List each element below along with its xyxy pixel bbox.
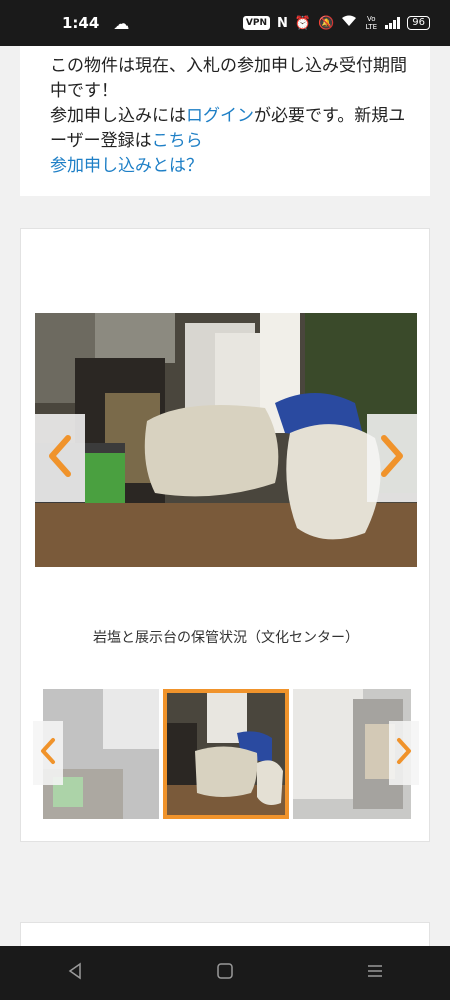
photo-gallery: 岩塩と展示台の保管状況（文化センター） [20, 228, 430, 842]
register-link[interactable]: こちら [152, 131, 203, 151]
signal-icon [385, 17, 401, 29]
vpn-icon: VPN [242, 16, 270, 30]
notice-text-prefix: 参加申し込みには [50, 106, 186, 126]
system-nav-bar [0, 946, 450, 1000]
battery-icon: 96 [407, 16, 430, 30]
thumbnail-strip [33, 689, 419, 819]
photo-caption: 岩塩と展示台の保管状況（文化センター） [93, 630, 359, 646]
wifi-icon [341, 15, 357, 31]
back-icon[interactable] [66, 961, 84, 985]
menu-icon[interactable] [366, 961, 384, 985]
chevron-right-icon [378, 434, 406, 482]
chevron-left-icon [39, 736, 57, 770]
volte-icon: Vo LTE [365, 15, 378, 31]
main-next-button[interactable] [367, 414, 417, 502]
alarm-icon: ⏰ [294, 15, 312, 31]
chevron-left-icon [46, 434, 74, 482]
chevron-right-icon [395, 736, 413, 770]
thumb-prev-button[interactable] [33, 721, 63, 785]
status-time: 1:44 [62, 14, 100, 32]
mute-icon: 🔕 [318, 15, 335, 31]
notice-text-line1: この物件は現在、入札の参加申し込み受付期間中です！ [50, 56, 407, 101]
thumbnail-2[interactable] [163, 689, 289, 819]
nfc-icon: N [277, 15, 288, 31]
status-bar: 1:44 ☁ VPN N ⏰ 🔕 Vo LTE 96 [0, 0, 450, 46]
login-link[interactable]: ログイン [186, 106, 254, 126]
main-photo[interactable] [35, 313, 417, 567]
main-prev-button[interactable] [35, 414, 85, 502]
about-application-link[interactable]: 参加申し込みとは？ [50, 156, 203, 176]
cloud-app-icon: ☁ [113, 13, 130, 33]
thumb-next-button[interactable] [389, 721, 419, 785]
status-icons: VPN N ⏰ 🔕 Vo LTE 96 [242, 15, 430, 31]
home-icon[interactable] [216, 961, 234, 985]
bid-notice-card: この物件は現在、入札の参加申し込み受付期間中です！ 参加申し込みにはログインが必… [20, 46, 430, 196]
